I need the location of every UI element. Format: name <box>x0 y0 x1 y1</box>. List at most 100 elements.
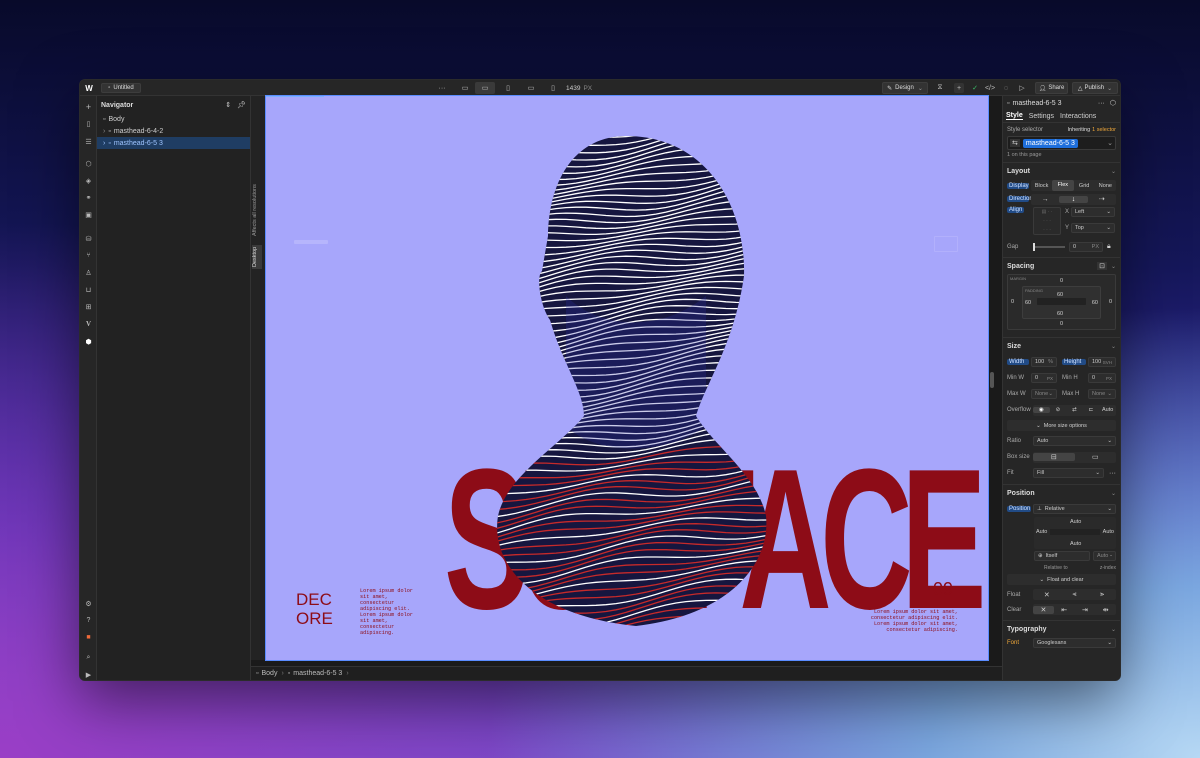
navigator-icon[interactable]: ☰ <box>83 136 94 147</box>
cms-icon[interactable]: ⛁ <box>83 233 94 244</box>
pin-icon[interactable]: 📌︎ <box>237 101 246 109</box>
pages-icon[interactable]: ▯ <box>83 118 94 129</box>
ecommerce-icon[interactable]: ⊔ <box>83 284 94 295</box>
apps-icon[interactable]: ⊞ <box>83 301 94 312</box>
arrow-down-icon[interactable]: ↓ <box>1059 195 1088 203</box>
align-x-select[interactable]: Left ⌄ <box>1071 207 1115 217</box>
position-select[interactable]: ⊥ Relative ⌄ <box>1033 503 1116 514</box>
v-app-icon[interactable]: V <box>83 318 94 329</box>
preview-play-icon[interactable]: ▷ <box>1017 83 1027 93</box>
desktop-breakpoint-icon[interactable]: ▭ <box>459 83 471 93</box>
more-icon[interactable]: ··· <box>437 83 447 93</box>
mobile-portrait-icon[interactable]: ▯ <box>548 83 558 93</box>
tab-settings[interactable]: Settings <box>1029 113 1054 120</box>
size-header[interactable]: Size ⌄ <box>1003 338 1120 354</box>
typography-header[interactable]: Typography ⌄ <box>1003 621 1120 637</box>
display-grid[interactable]: Grid <box>1074 183 1095 189</box>
height-input[interactable]: 100 SVH <box>1088 357 1116 367</box>
code-icon[interactable]: </> <box>985 83 995 93</box>
clip-icon[interactable]: ⊏ <box>1083 407 1100 413</box>
desktop-base-breakpoint-icon[interactable]: ▭ <box>475 82 495 94</box>
eye-off-icon[interactable]: ⊘ <box>1050 407 1067 413</box>
lock-icon[interactable]: 🔒︎ <box>1107 243 1111 251</box>
border-box-icon[interactable]: ⊟ <box>1033 453 1075 461</box>
breakpoint-label-desktop[interactable]: Desktop <box>252 245 262 269</box>
margin-top[interactable]: 0 <box>1060 278 1063 284</box>
assets-icon[interactable]: ▣ <box>83 209 94 220</box>
style-selectors-icon[interactable]: ◈ <box>83 175 94 186</box>
comment-icon[interactable]: ◌ <box>1001 83 1011 93</box>
expand-collapse-icon[interactable]: ⇕ <box>225 101 231 109</box>
padding-left[interactable]: 60 <box>1025 300 1031 306</box>
eye-icon[interactable]: ◉ <box>1033 407 1050 413</box>
display-block[interactable]: Block <box>1031 183 1052 189</box>
padding-bottom[interactable]: 60 <box>1057 311 1063 317</box>
nav-item-masthead-6-5-3[interactable]: › ▫ masthead-6-5 3 <box>97 137 250 149</box>
offset-bottom[interactable]: Auto <box>1070 541 1081 547</box>
selector-state-icon[interactable]: ⇆ <box>1010 139 1020 147</box>
float-none-icon[interactable]: ✕ <box>1033 591 1061 599</box>
width-input[interactable]: 100% <box>1031 357 1057 367</box>
share-button[interactable]: 👤︎ Share <box>1035 82 1068 94</box>
components-icon[interactable]: ⬡ <box>83 158 94 169</box>
offset-right[interactable]: Auto <box>1103 529 1114 535</box>
3d-cube-icon[interactable]: ⬢ <box>83 336 94 347</box>
scroll-icon[interactable]: ⇄ <box>1066 407 1083 413</box>
chevron-down-icon[interactable]: ⌄ <box>1107 139 1113 147</box>
content-box-icon[interactable]: ▭ <box>1075 453 1117 461</box>
search-icon[interactable]: ⌕ <box>83 652 94 663</box>
more-icon[interactable]: ··· <box>1109 470 1116 477</box>
document-title-button[interactable]: ▫ Untitled <box>101 83 141 93</box>
gap-input[interactable]: 0 PX <box>1069 242 1103 252</box>
more-size-options-button[interactable]: ⌄ More size options <box>1007 420 1116 431</box>
clear-right-icon[interactable]: ⇥ <box>1075 606 1096 614</box>
overflow-auto[interactable]: Auto <box>1099 407 1116 413</box>
margin-right[interactable]: 0 <box>1109 299 1112 305</box>
float-left-icon[interactable]: ⫷ <box>1061 591 1089 599</box>
publish-button[interactable]: △ Publish ⌄ <box>1072 82 1118 94</box>
nav-item-masthead-6-4-2[interactable]: › ▫ masthead-6-4-2 <box>97 125 250 137</box>
display-flex[interactable]: Flex <box>1052 180 1074 191</box>
breadcrumb-item-masthead[interactable]: ▫ masthead-6-5 3 <box>288 670 343 677</box>
min-height-input[interactable]: 0 PX <box>1088 373 1116 383</box>
component-icon[interactable]: ⬡ <box>1110 99 1116 107</box>
max-height-input[interactable]: None ⌄ <box>1088 389 1116 399</box>
max-width-input[interactable]: None ⌄ <box>1031 389 1057 399</box>
offset-left[interactable]: Auto <box>1036 529 1047 535</box>
canvas-width-readout[interactable]: 1439 PX <box>566 83 592 93</box>
inheriting-count[interactable]: 1 selector <box>1092 127 1116 133</box>
ratio-select[interactable]: Auto ⌄ <box>1033 436 1116 446</box>
float-and-clear-button[interactable]: ⌄ Float and clear <box>1007 574 1116 585</box>
fit-select[interactable]: Fill ⌄ <box>1033 468 1104 478</box>
tab-style[interactable]: Style <box>1006 112 1023 120</box>
add-icon[interactable]: + <box>954 83 964 93</box>
relative-to-select[interactable]: ⊕ Itself <box>1034 551 1090 561</box>
mode-dropdown[interactable]: ✎ Design ⌄ <box>882 82 928 94</box>
more-icon[interactable]: ··· <box>1098 100 1105 107</box>
check-status-icon[interactable]: ✓ <box>970 83 980 93</box>
users-icon[interactable]: ♙ <box>83 267 94 278</box>
webflow-logo-icon[interactable]: W <box>84 83 94 93</box>
gap-slider[interactable] <box>1033 243 1065 251</box>
margin-left[interactable]: 0 <box>1011 299 1014 305</box>
margin-bottom[interactable]: 0 <box>1060 321 1063 327</box>
mobile-landscape-icon[interactable]: ▭ <box>526 83 536 93</box>
offset-top[interactable]: Auto <box>1070 519 1081 525</box>
add-elements-icon[interactable]: + <box>83 101 94 112</box>
variables-icon[interactable]: ⚭ <box>83 192 94 203</box>
tablet-breakpoint-icon[interactable]: ▯ <box>503 83 513 93</box>
align-y-select[interactable]: Top ⌄ <box>1071 223 1115 233</box>
position-header[interactable]: Position ⌄ <box>1003 485 1120 501</box>
clear-both-icon[interactable]: ⇹ <box>1095 606 1116 614</box>
tab-interactions[interactable]: Interactions <box>1060 113 1096 120</box>
logic-icon[interactable]: ⑂ <box>83 250 94 261</box>
layout-header[interactable]: Layout ⌄ <box>1003 163 1120 179</box>
font-select[interactable]: Googlesans ⌄ <box>1033 638 1116 648</box>
float-right-icon[interactable]: ⫸ <box>1088 591 1116 599</box>
selector-input[interactable]: ⇆ masthead-6-5 3 ⌄ <box>1007 136 1116 150</box>
help-icon[interactable]: ? <box>83 615 94 626</box>
clear-left-icon[interactable]: ⇤ <box>1054 606 1075 614</box>
clear-none-icon[interactable]: ✕ <box>1033 605 1054 614</box>
settings-gear-icon[interactable]: ⚙ <box>83 598 94 609</box>
component-icon[interactable]: ⧖ <box>935 83 945 93</box>
